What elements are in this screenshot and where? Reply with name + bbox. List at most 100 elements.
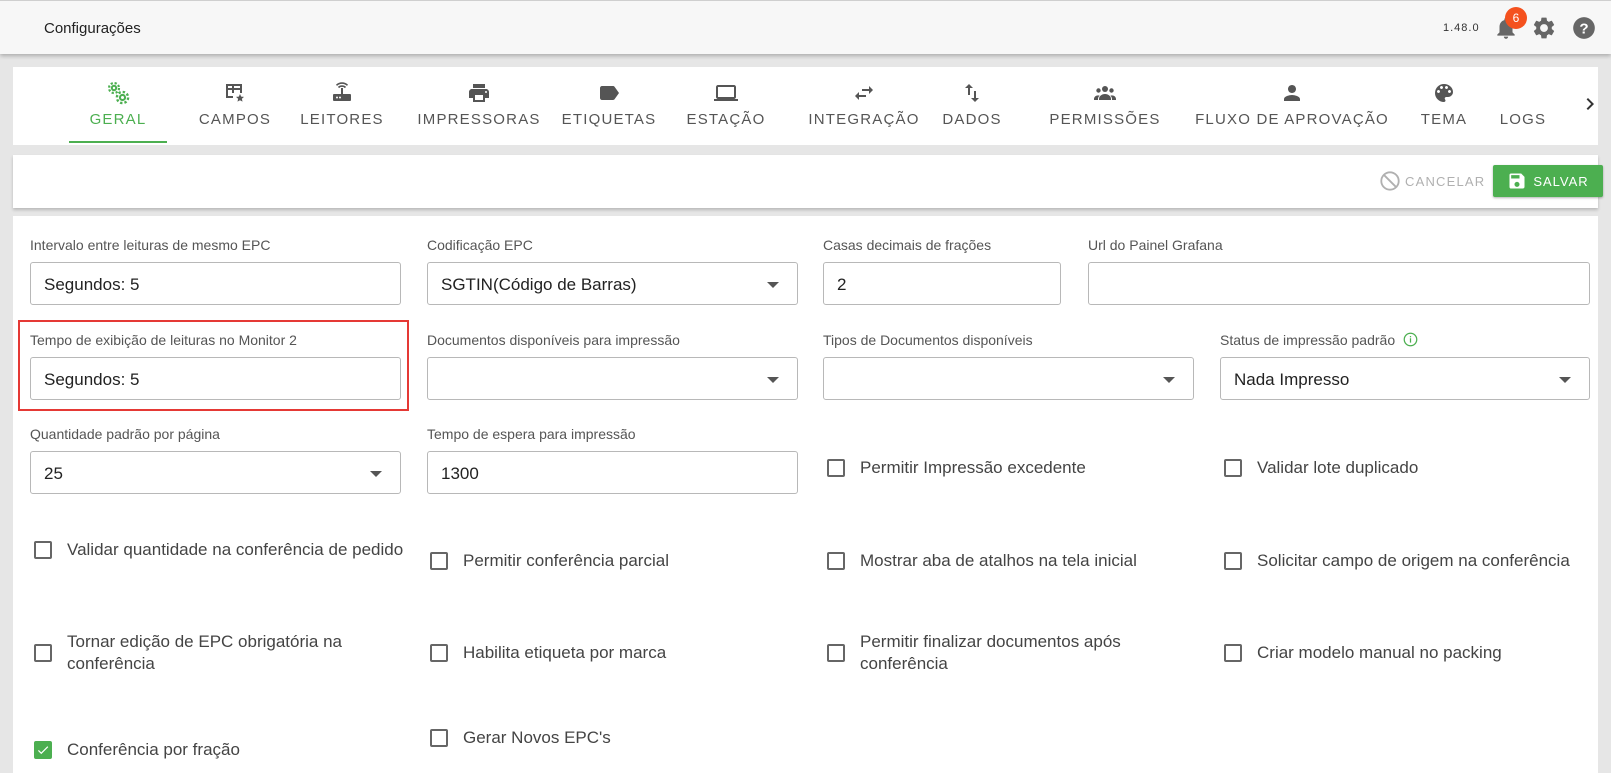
checkbox-box[interactable] xyxy=(1224,459,1242,477)
url-grafana-field: Url do Painel Grafana xyxy=(1088,237,1590,305)
logs-icon xyxy=(1511,81,1535,105)
status-impressao-field: Status de impressão padrão Nada Impresso xyxy=(1220,332,1590,400)
dropdown-arrow-icon xyxy=(767,282,779,288)
tab-integracao[interactable]: INTEGRAÇÃO xyxy=(793,67,935,145)
group-icon xyxy=(1094,86,1116,100)
edicao-epc-obrigatoria-checkbox[interactable]: Tornar edição de EPC obrigatória na conf… xyxy=(34,631,404,675)
mostrar-aba-atalhos-checkbox[interactable]: Mostrar aba de atalhos na tela inicial xyxy=(827,550,1137,572)
help-icon[interactable]: ? xyxy=(1571,15,1597,41)
tab-etiquetas[interactable]: ETIQUETAS xyxy=(559,67,659,145)
field-value: Segundos: 5 xyxy=(44,370,140,389)
action-bar: CANCELAR SALVAR xyxy=(13,155,1603,208)
checkbox-label: Tornar edição de EPC obrigatória na conf… xyxy=(67,632,342,673)
tab-label: INTEGRAÇÃO xyxy=(808,111,920,128)
tab-estacao[interactable]: ESTAÇÃO xyxy=(679,67,773,145)
codificacao-epc-field: Codificação EPC SGTIN(Código de Barras) xyxy=(427,237,798,305)
checkbox-box[interactable] xyxy=(1224,552,1242,570)
checkbox-label: Habilita etiqueta por marca xyxy=(463,643,667,662)
tab-label: LEITORES xyxy=(300,111,384,128)
tab-campos[interactable]: CAMPOS xyxy=(179,67,291,145)
checkbox-box[interactable] xyxy=(430,644,448,662)
tipos-documentos-field: Tipos de Documentos disponíveis xyxy=(823,332,1194,400)
swap-arrows-icon xyxy=(855,86,873,100)
checkbox-label: Criar modelo manual no packing xyxy=(1257,643,1502,662)
block-icon xyxy=(1380,171,1400,191)
settings-tabs: GERAL CAMPOS LEITORES IMPRESSORAS ETIQUE… xyxy=(13,67,1598,145)
field-label: Intervalo entre leituras de mesmo EPC xyxy=(30,237,271,253)
tab-impressoras[interactable]: IMPRESSORAS xyxy=(408,67,550,145)
tab-geral[interactable]: GERAL xyxy=(69,67,167,145)
dropdown-arrow-icon xyxy=(1559,377,1571,383)
save-button[interactable]: SALVAR xyxy=(1493,165,1603,197)
tab-label: ESTAÇÃO xyxy=(686,111,766,128)
quantidade-pagina-select[interactable]: 25 xyxy=(30,451,401,494)
checkbox-box[interactable] xyxy=(430,552,448,570)
field-label: Casas decimais de frações xyxy=(823,237,992,253)
save-icon xyxy=(1509,173,1525,189)
checkbox-box[interactable] xyxy=(827,552,845,570)
checkbox-label: Permitir Impressão excedente xyxy=(860,458,1086,477)
solicitar-campo-origem-checkbox[interactable]: Solicitar campo de origem na conferência xyxy=(1224,550,1570,572)
field-label: Url do Painel Grafana xyxy=(1088,237,1223,253)
tab-dados[interactable]: DADOS xyxy=(937,67,1007,145)
cancel-label: CANCELAR xyxy=(1405,173,1486,189)
tab-fluxo-aprovacao[interactable]: FLUXO DE APROVAÇÃO xyxy=(1183,67,1401,145)
conferencia-por-fracao-checkbox[interactable]: Conferência por fração xyxy=(34,739,240,761)
casas-decimais-input[interactable]: 2 xyxy=(823,262,1061,305)
checkbox-box[interactable] xyxy=(34,644,52,662)
url-grafana-input[interactable] xyxy=(1088,262,1590,305)
chevron-right-icon[interactable] xyxy=(1578,92,1602,116)
checkbox-box[interactable] xyxy=(34,541,52,559)
tab-leitores[interactable]: LEITORES xyxy=(285,67,399,145)
criar-modelo-manual-checkbox[interactable]: Criar modelo manual no packing xyxy=(1224,642,1502,664)
field-value: Nada Impresso xyxy=(1234,370,1350,389)
tab-logs[interactable]: LOGS xyxy=(1493,67,1553,145)
checkbox-label: Permitir finalizar documentos após confe… xyxy=(860,632,1121,673)
permitir-finalizar-documentos-checkbox[interactable]: Permitir finalizar documentos após confe… xyxy=(827,631,1167,675)
notification-badge: 6 xyxy=(1505,7,1527,29)
person-icon xyxy=(1284,85,1300,101)
settings-gear-icon[interactable] xyxy=(1531,15,1557,41)
tab-permissoes[interactable]: PERMISSÕES xyxy=(1037,67,1173,145)
checkbox-box[interactable] xyxy=(827,644,845,662)
tipos-documentos-select[interactable] xyxy=(823,357,1194,400)
habilita-etiqueta-marca-checkbox[interactable]: Habilita etiqueta por marca xyxy=(430,642,666,664)
checkbox-checked[interactable] xyxy=(34,741,52,759)
permitir-impressao-excedente-checkbox[interactable]: Permitir Impressão excedente xyxy=(827,457,1086,479)
save-label: SALVAR xyxy=(1533,173,1589,189)
intervalo-leituras-input[interactable]: Segundos: 5 xyxy=(30,262,401,305)
info-icon[interactable] xyxy=(1403,332,1418,347)
field-label: Codificação EPC xyxy=(427,237,533,253)
permitir-conferencia-parcial-checkbox[interactable]: Permitir conferência parcial xyxy=(430,550,669,572)
active-tab-indicator xyxy=(69,141,167,143)
status-impressao-label: Status de impressão padrão xyxy=(1220,332,1396,348)
field-label: Documentos disponíveis para impressão xyxy=(427,332,680,348)
cancel-button[interactable]: CANCELAR xyxy=(1379,165,1485,197)
checkbox-box[interactable] xyxy=(430,729,448,747)
tempo-espera-input[interactable]: 1300 xyxy=(427,451,798,494)
validar-lote-duplicado-checkbox[interactable]: Validar lote duplicado xyxy=(1224,457,1418,479)
tab-label: LOGS xyxy=(1499,111,1547,128)
codificacao-epc-select[interactable]: SGTIN(Código de Barras) xyxy=(427,262,798,305)
status-impressao-select[interactable]: Nada Impresso xyxy=(1220,357,1590,400)
checkbox-label: Gerar Novos EPC's xyxy=(463,728,611,747)
dropdown-arrow-icon xyxy=(1163,377,1175,383)
checkbox-label: Validar quantidade na conferência de ped… xyxy=(67,540,404,559)
tab-label: FLUXO DE APROVAÇÃO xyxy=(1195,111,1389,128)
printer-icon xyxy=(469,84,489,102)
gerar-novos-epcs-checkbox[interactable]: Gerar Novos EPC's xyxy=(430,727,611,749)
checkbox-box[interactable] xyxy=(1224,644,1242,662)
field-value: 2 xyxy=(837,275,847,294)
documentos-disponiveis-select[interactable] xyxy=(427,357,798,400)
field-value: Segundos: 5 xyxy=(44,275,140,294)
validar-quantidade-checkbox[interactable]: Validar quantidade na conferência de ped… xyxy=(34,539,404,561)
tempo-exibicao-input[interactable]: Segundos: 5 xyxy=(30,357,401,400)
palette-icon xyxy=(1435,84,1453,102)
casas-decimais-field: Casas decimais de frações 2 xyxy=(823,237,1061,305)
checkbox-box[interactable] xyxy=(827,459,845,477)
tab-label: CAMPOS xyxy=(198,111,272,128)
checkbox-label: Permitir conferência parcial xyxy=(463,551,669,570)
tab-tema[interactable]: TEMA xyxy=(1409,67,1479,145)
field-value: 1300 xyxy=(441,464,479,483)
tab-label: TEMA xyxy=(1420,111,1468,128)
